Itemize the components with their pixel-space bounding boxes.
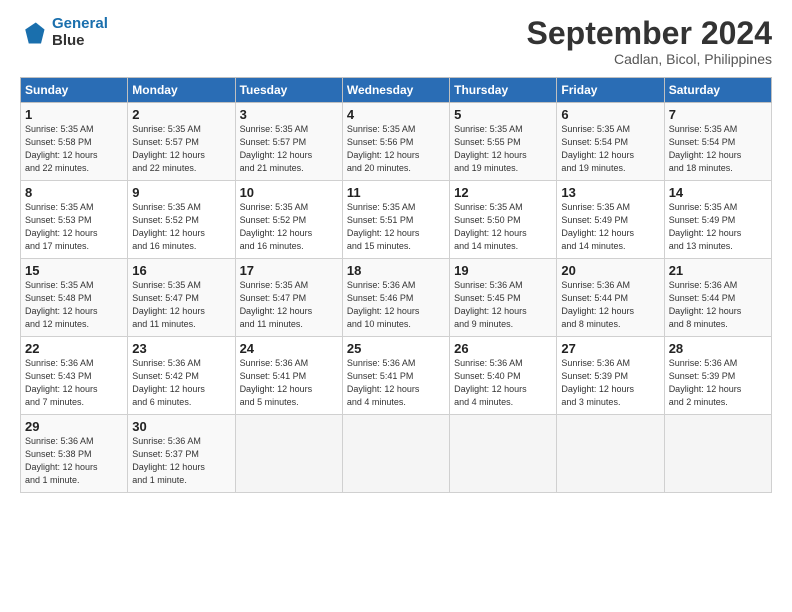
table-row: 29 Sunrise: 5:36 AMSunset: 5:38 PMDaylig… [21,415,772,493]
day-2: 2 Sunrise: 5:35 AMSunset: 5:57 PMDayligh… [128,103,235,181]
day-3: 3 Sunrise: 5:35 AMSunset: 5:57 PMDayligh… [235,103,342,181]
month-title: September 2024 [527,16,772,51]
location-subtitle: Cadlan, Bicol, Philippines [527,51,772,67]
logo-text: General Blue [52,16,108,49]
empty-cell [450,415,557,493]
day-8: 8 Sunrise: 5:35 AMSunset: 5:53 PMDayligh… [21,181,128,259]
day-5: 5 Sunrise: 5:35 AMSunset: 5:55 PMDayligh… [450,103,557,181]
day-26: 26 Sunrise: 5:36 AMSunset: 5:40 PMDaylig… [450,337,557,415]
empty-cell [235,415,342,493]
col-thursday: Thursday [450,78,557,103]
day-19: 19 Sunrise: 5:36 AMSunset: 5:45 PMDaylig… [450,259,557,337]
page-header: General Blue September 2024 Cadlan, Bico… [20,16,772,67]
col-saturday: Saturday [664,78,771,103]
empty-cell [664,415,771,493]
day-13: 13 Sunrise: 5:35 AMSunset: 5:49 PMDaylig… [557,181,664,259]
day-14: 14 Sunrise: 5:35 AMSunset: 5:49 PMDaylig… [664,181,771,259]
logo-line1: General [52,15,108,32]
title-area: September 2024 Cadlan, Bicol, Philippine… [527,16,772,67]
day-1: 1 Sunrise: 5:35 AMSunset: 5:58 PMDayligh… [21,103,128,181]
day-7: 7 Sunrise: 5:35 AMSunset: 5:54 PMDayligh… [664,103,771,181]
table-row: 1 Sunrise: 5:35 AMSunset: 5:58 PMDayligh… [21,103,772,181]
calendar-header-row: Sunday Monday Tuesday Wednesday Thursday… [21,78,772,103]
day-25: 25 Sunrise: 5:36 AMSunset: 5:41 PMDaylig… [342,337,449,415]
day-11: 11 Sunrise: 5:35 AMSunset: 5:51 PMDaylig… [342,181,449,259]
col-tuesday: Tuesday [235,78,342,103]
day-6: 6 Sunrise: 5:35 AMSunset: 5:54 PMDayligh… [557,103,664,181]
day-29: 29 Sunrise: 5:36 AMSunset: 5:38 PMDaylig… [21,415,128,493]
page-container: General Blue September 2024 Cadlan, Bico… [0,0,792,503]
table-row: 15 Sunrise: 5:35 AMSunset: 5:48 PMDaylig… [21,259,772,337]
day-18: 18 Sunrise: 5:36 AMSunset: 5:46 PMDaylig… [342,259,449,337]
calendar-table: Sunday Monday Tuesday Wednesday Thursday… [20,77,772,493]
empty-cell [557,415,664,493]
day-10: 10 Sunrise: 5:35 AMSunset: 5:52 PMDaylig… [235,181,342,259]
day-16: 16 Sunrise: 5:35 AMSunset: 5:47 PMDaylig… [128,259,235,337]
day-30: 30 Sunrise: 5:36 AMSunset: 5:37 PMDaylig… [128,415,235,493]
col-monday: Monday [128,78,235,103]
day-22: 22 Sunrise: 5:36 AMSunset: 5:43 PMDaylig… [21,337,128,415]
table-row: 22 Sunrise: 5:36 AMSunset: 5:43 PMDaylig… [21,337,772,415]
day-27: 27 Sunrise: 5:36 AMSunset: 5:39 PMDaylig… [557,337,664,415]
table-row: 8 Sunrise: 5:35 AMSunset: 5:53 PMDayligh… [21,181,772,259]
day-21: 21 Sunrise: 5:36 AMSunset: 5:44 PMDaylig… [664,259,771,337]
logo: General Blue [20,16,108,49]
day-17: 17 Sunrise: 5:35 AMSunset: 5:47 PMDaylig… [235,259,342,337]
day-9: 9 Sunrise: 5:35 AMSunset: 5:52 PMDayligh… [128,181,235,259]
empty-cell [342,415,449,493]
logo-icon [20,19,48,47]
logo-line2: Blue [52,33,108,50]
day-12: 12 Sunrise: 5:35 AMSunset: 5:50 PMDaylig… [450,181,557,259]
col-friday: Friday [557,78,664,103]
day-4: 4 Sunrise: 5:35 AMSunset: 5:56 PMDayligh… [342,103,449,181]
day-15: 15 Sunrise: 5:35 AMSunset: 5:48 PMDaylig… [21,259,128,337]
day-24: 24 Sunrise: 5:36 AMSunset: 5:41 PMDaylig… [235,337,342,415]
day-28: 28 Sunrise: 5:36 AMSunset: 5:39 PMDaylig… [664,337,771,415]
day-20: 20 Sunrise: 5:36 AMSunset: 5:44 PMDaylig… [557,259,664,337]
col-wednesday: Wednesday [342,78,449,103]
day-23: 23 Sunrise: 5:36 AMSunset: 5:42 PMDaylig… [128,337,235,415]
col-sunday: Sunday [21,78,128,103]
